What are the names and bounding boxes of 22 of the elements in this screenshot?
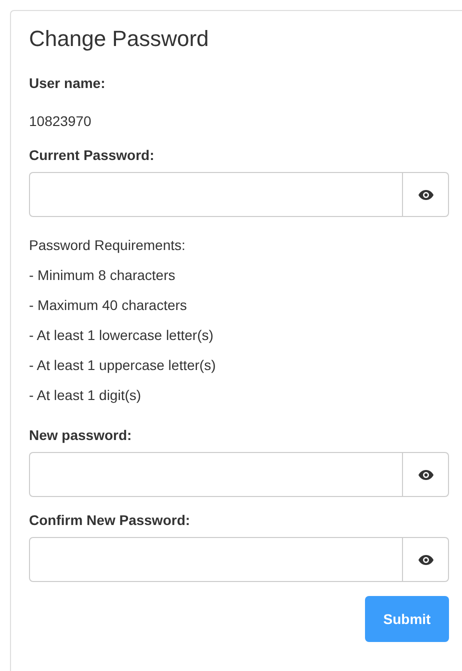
- eye-icon: [418, 188, 434, 200]
- user-name-value: 10823970: [29, 112, 92, 131]
- password-field[interactable]: [29, 537, 403, 582]
- requirement-item: - At least 1 uppercase letter(s): [29, 356, 217, 375]
- show-password-button[interactable]: [403, 172, 449, 217]
- password-field[interactable]: [29, 452, 403, 497]
- requirement-item: - At least 1 lowercase letter(s): [29, 326, 214, 345]
- field-label: Current Password:: [29, 146, 156, 165]
- field-label: User name:: [29, 74, 106, 93]
- requirement-item: - Maximum 40 characters: [29, 296, 188, 315]
- field-label: New password:: [29, 426, 133, 445]
- submit-button[interactable]: Submit: [365, 596, 449, 642]
- requirement-item: - At least 1 digit(s): [29, 386, 142, 405]
- eye-icon: [418, 468, 434, 480]
- card-title: Change Password: [29, 25, 210, 53]
- show-password-button[interactable]: [403, 452, 449, 497]
- requirement-item: - Minimum 8 characters: [29, 266, 176, 285]
- eye-icon: [418, 554, 434, 566]
- field-label: Confirm New Password:: [29, 511, 192, 530]
- show-password-button[interactable]: [403, 537, 449, 582]
- password-field[interactable]: [29, 172, 403, 217]
- requirements-heading: Password Requirements:: [29, 236, 186, 255]
